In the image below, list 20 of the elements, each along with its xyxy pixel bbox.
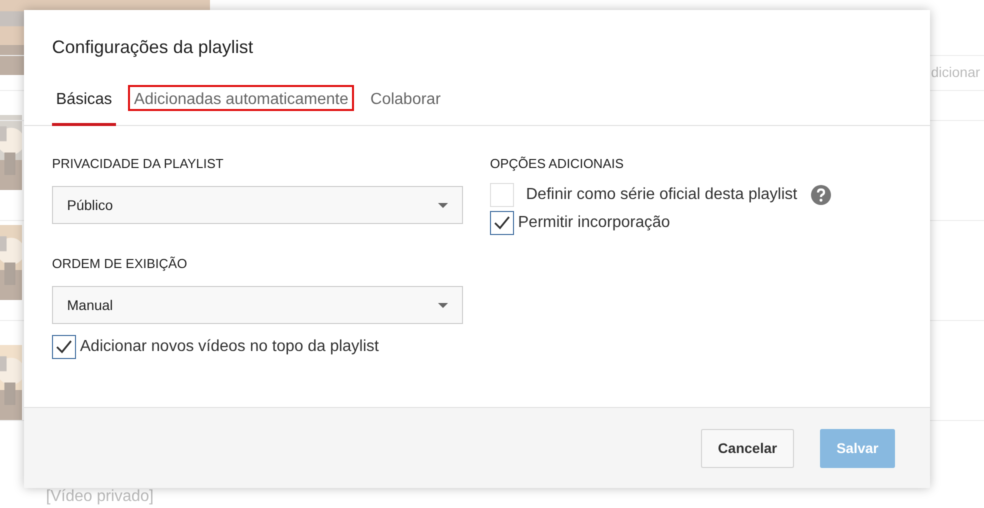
checkbox[interactable]: [52, 335, 76, 359]
tab[interactable]: Básicas: [52, 85, 116, 126]
checkbox[interactable]: [490, 211, 514, 235]
background-text: dicionar: [931, 64, 980, 80]
checkbox-label: Definir como série oficial desta playlist: [526, 185, 798, 205]
background-text: [Vídeo privado]: [46, 488, 154, 506]
checkbox-label: Adicionar novos vídeos no topo da playlist: [80, 337, 379, 357]
privacy-dropdown[interactable]: Público: [52, 186, 463, 224]
checkbox-label: Permitir incorporação: [518, 213, 670, 233]
order-dropdown[interactable]: Manual: [52, 286, 463, 324]
section-label: OPÇÕES ADICIONAIS: [490, 156, 625, 172]
help-icon[interactable]: [811, 185, 832, 205]
dialog-title: Configurações da playlist: [52, 36, 254, 59]
field-label: ORDEM DE EXIBIÇÃO: [52, 256, 188, 272]
tab[interactable]: Adicionadas automaticamente: [128, 85, 354, 111]
tab[interactable]: Colaborar: [366, 85, 445, 126]
field-label: PRIVACIDADE DA PLAYLIST: [52, 156, 224, 172]
cancel-button[interactable]: Cancelar: [701, 428, 794, 468]
caret-icon: [438, 202, 448, 208]
caret-icon: [438, 302, 448, 308]
